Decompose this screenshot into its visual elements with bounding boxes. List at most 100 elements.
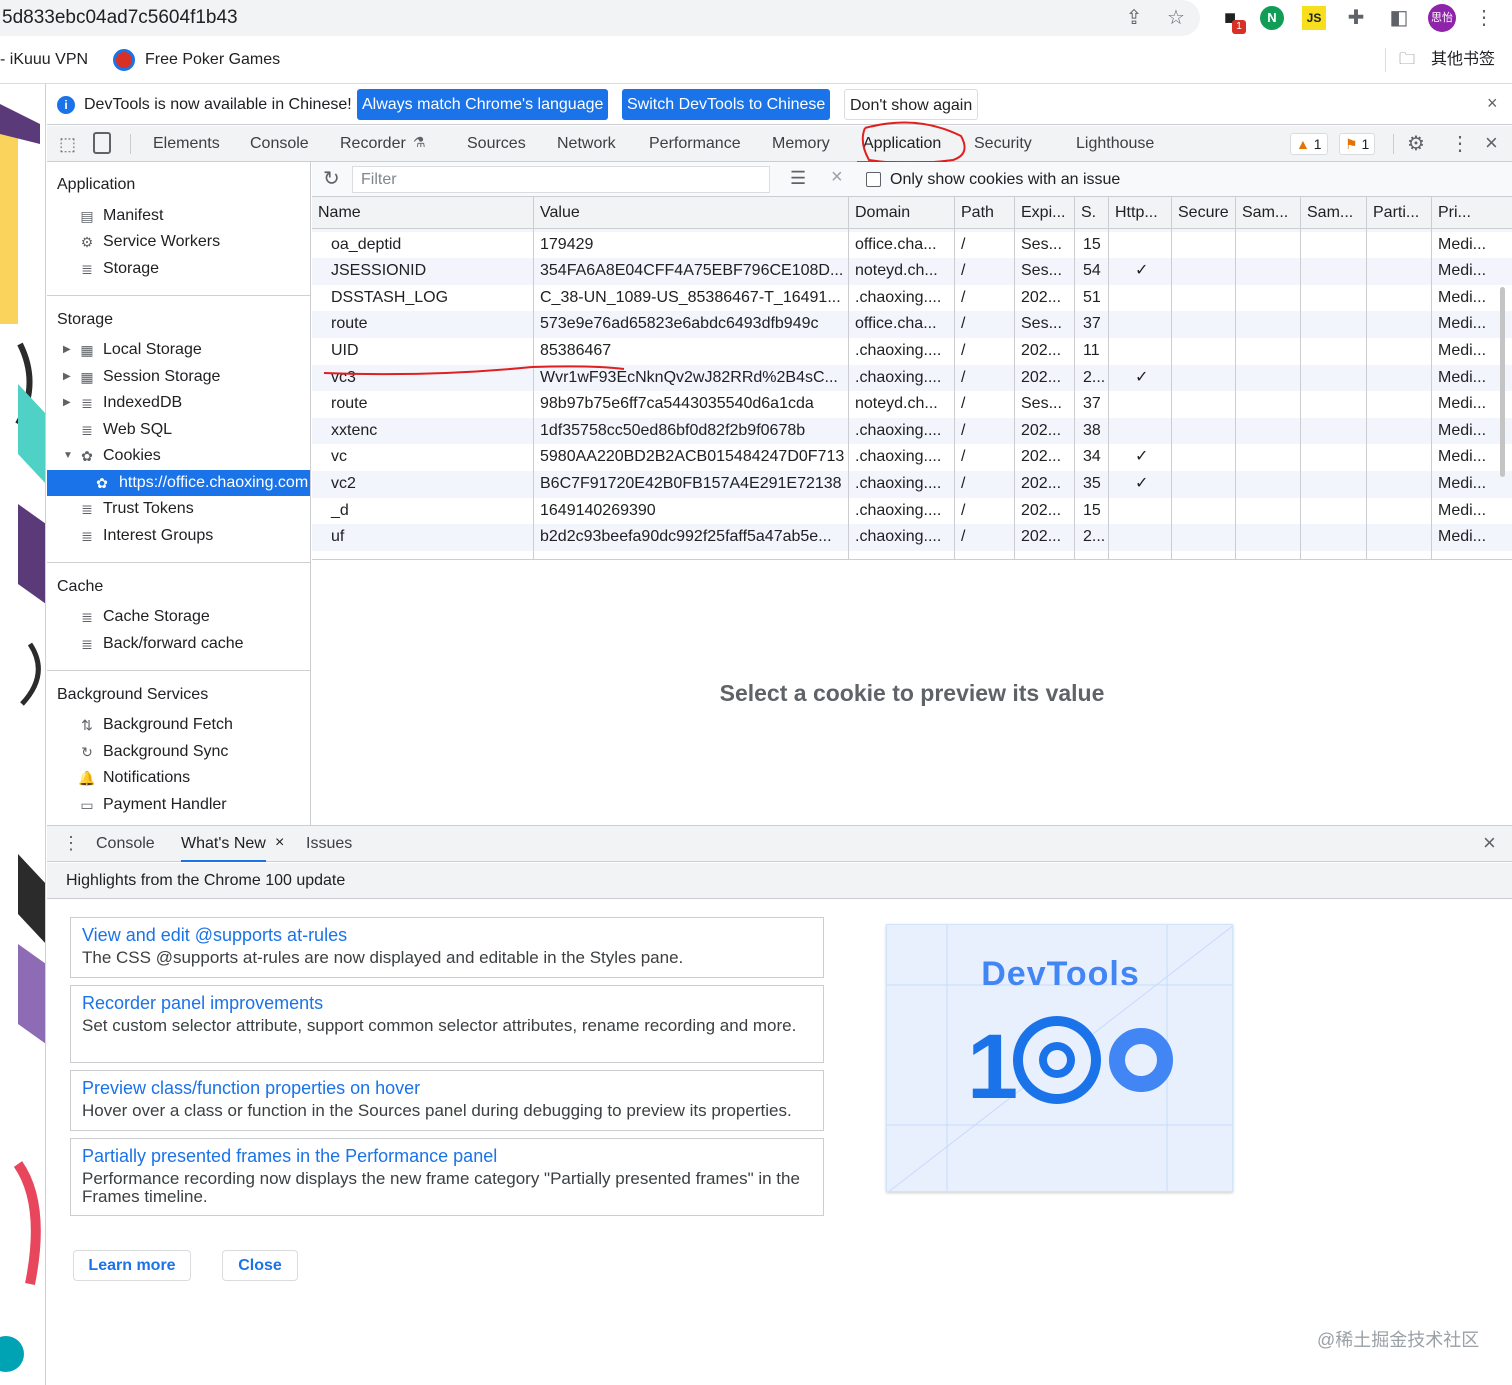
card-icon: ▭ <box>80 797 94 813</box>
star-icon[interactable]: ☆ <box>1164 6 1188 30</box>
tab-performance[interactable]: Performance <box>649 126 741 162</box>
tab-lighthouse[interactable]: Lighthouse <box>1076 126 1154 162</box>
tab-divider-right <box>1393 134 1394 154</box>
feature-link[interactable]: Partially presented frames in the Perfor… <box>82 1145 812 1167</box>
delete-icon[interactable]: × <box>831 166 843 189</box>
drawer-tab-console[interactable]: Console <box>96 826 155 862</box>
more-options-icon[interactable]: ⋮ <box>1450 131 1470 156</box>
tab-sources[interactable]: Sources <box>467 126 526 162</box>
address-bar[interactable]: 5d833ebc04ad7c5604f1b43 <box>0 0 1200 36</box>
close-tab-icon[interactable]: × <box>275 834 284 852</box>
feature-link[interactable]: View and edit @supports at-rules <box>82 924 812 946</box>
sidebar-item-trust-tokens[interactable]: ≣ Trust Tokens <box>47 496 310 522</box>
close-icon[interactable]: × <box>1487 93 1498 114</box>
menu-icon[interactable]: ⋮ <box>1472 6 1496 30</box>
highlights-heading: Highlights from the Chrome 100 update <box>47 863 1512 899</box>
toolbar: 5d833ebc04ad7c5604f1b43 ⇪ ☆ ■ 1 N JS ✚ ◧… <box>0 0 1512 36</box>
device-toggle-icon[interactable] <box>93 132 111 154</box>
red-underline-annotation <box>323 365 625 376</box>
tab-recorder[interactable]: Recorder <box>340 126 406 162</box>
refresh-icon[interactable]: ↻ <box>323 166 340 191</box>
tab-memory[interactable]: Memory <box>772 126 830 162</box>
gear-icon[interactable]: ⚙ <box>1407 131 1425 156</box>
expand-arrow-icon[interactable]: ▶ <box>63 390 71 416</box>
sidebar-item-session-storage[interactable]: ▶ ▦ Session Storage <box>47 364 310 390</box>
database-icon: ≣ <box>81 422 93 438</box>
tab-network[interactable]: Network <box>557 126 616 162</box>
sidebar-item-payment-handler[interactable]: ▭ Payment Handler <box>47 792 310 818</box>
promo-title: DevTools <box>981 955 1140 993</box>
cookie-pane: ↻ Filter ☰ × Only show cookies with an i… <box>312 162 1512 825</box>
drawer-tabbar: ⋮ Console What's New × Issues × <box>47 826 1512 862</box>
browser-window: 5d833ebc04ad7c5604f1b43 ⇪ ☆ ■ 1 N JS ✚ ◧… <box>0 0 1512 1385</box>
collapse-arrow-icon[interactable]: ▼ <box>63 443 73 469</box>
sidebar-item-bfcache[interactable]: ≣ Back/forward cache <box>47 631 310 657</box>
cookie-preview-placeholder: Select a cookie to preview its value <box>719 680 1105 706</box>
sidebar-item-label: Cookies <box>103 447 161 464</box>
side-panel-icon[interactable]: ◧ <box>1387 6 1411 30</box>
bookmark-ikuuu[interactable]: - iKuuu VPN <box>0 48 88 72</box>
n-extension-icon[interactable]: N <box>1260 6 1284 30</box>
profile-avatar[interactable]: 思怡 <box>1428 4 1456 32</box>
sidebar-item-local-storage[interactable]: ▶ ▦ Local Storage <box>47 337 310 363</box>
tab-security[interactable]: Security <box>974 126 1032 162</box>
database-icon: ≣ <box>81 395 93 411</box>
sidebar-item-label: Storage <box>103 260 160 277</box>
bookmark-poker[interactable]: Free Poker Games <box>145 48 280 72</box>
close-button[interactable]: Close <box>222 1250 298 1281</box>
learn-more-button[interactable]: Learn more <box>73 1250 191 1281</box>
cookie-icon: ✿ <box>96 475 108 491</box>
feature-link[interactable]: Preview class/function properties on hov… <box>82 1077 812 1099</box>
expand-arrow-icon[interactable]: ▶ <box>63 337 71 363</box>
feature-link[interactable]: Recorder panel improvements <box>82 992 812 1014</box>
tab-elements[interactable]: Elements <box>153 126 220 162</box>
sidebar-item-web-sql[interactable]: ≣ Web SQL <box>47 417 310 443</box>
drawer-tab-issues[interactable]: Issues <box>306 826 352 862</box>
sidebar-item-service-workers[interactable]: ⚙ Service Workers <box>47 229 310 255</box>
folder-icon: 🗀 <box>1399 51 1416 68</box>
close-devtools-icon[interactable]: × <box>1485 130 1498 156</box>
tab-console[interactable]: Console <box>250 126 309 162</box>
js-extension-icon[interactable]: JS <box>1302 6 1326 30</box>
sidebar-item-label: Interest Groups <box>103 527 214 544</box>
feature-card: Preview class/function properties on hov… <box>70 1070 824 1131</box>
switch-chinese-button[interactable]: Switch DevTools to Chinese <box>622 89 831 120</box>
sidebar-item-background-sync[interactable]: ↻ Background Sync <box>47 739 310 765</box>
bookmarks-divider <box>1385 48 1386 72</box>
expand-arrow-icon[interactable]: ▶ <box>63 364 71 390</box>
issues-badge[interactable]: ⚑ 1 <box>1339 133 1376 155</box>
puzzle-icon[interactable]: ✚ <box>1344 6 1368 30</box>
dont-show-again-button[interactable]: Don't show again <box>844 89 979 120</box>
poker-icon <box>113 49 135 71</box>
drawer-menu-icon[interactable]: ⋮ <box>62 833 80 854</box>
close-drawer-icon[interactable]: × <box>1483 830 1496 856</box>
gear-icon: ⚙ <box>80 234 94 250</box>
section-cache: Cache <box>57 578 104 595</box>
page-content-strip <box>0 84 46 1385</box>
filter-input[interactable]: Filter <box>352 166 770 193</box>
devtools-100-promo: DevTools 100 1 <box>886 924 1233 1192</box>
sidebar-item-cache-storage[interactable]: ≣ Cache Storage <box>47 604 310 630</box>
inspect-icon[interactable]: ⬚ <box>59 134 76 155</box>
other-bookmarks[interactable]: 其他书签 <box>1431 48 1495 72</box>
sidebar-item-manifest[interactable]: ▤ Manifest <box>47 203 310 229</box>
sidebar-item-indexeddb[interactable]: ▶ ≣ IndexedDB <box>47 390 310 416</box>
warnings-badge[interactable]: ▲ 1 <box>1290 133 1328 155</box>
sidebar-item-notifications[interactable]: 🔔 Notifications <box>47 765 310 791</box>
share-icon[interactable]: ⇪ <box>1122 6 1146 30</box>
section-storage: Storage <box>57 311 114 328</box>
sidebar-item-interest-groups[interactable]: ≣ Interest Groups <box>47 523 310 549</box>
sidebar-item-label: Session Storage <box>103 368 221 385</box>
match-language-button[interactable]: Always match Chrome's language <box>357 89 609 120</box>
language-infobar: i DevTools is now available in Chinese! … <box>47 85 1512 125</box>
sidebar-item-storage[interactable]: ≣ Storage <box>47 256 310 282</box>
infobar-message: DevTools is now available in Chinese! <box>84 96 352 113</box>
sidebar-item-cookie-origin[interactable]: ✿ https://office.chaoxing.com <box>47 470 310 496</box>
watermark: @稀土掘金技术社区 <box>1317 1330 1480 1350</box>
clear-filtered-icon[interactable]: ☰ <box>790 168 806 189</box>
sidebar-item-cookies[interactable]: ▼ ✿ Cookies <box>47 443 310 469</box>
sidebar-item-background-fetch[interactable]: ⇅ Background Fetch <box>47 712 310 738</box>
scrollbar[interactable] <box>1500 287 1505 477</box>
drawer-tab-whats-new[interactable]: What's New <box>181 826 266 862</box>
only-issue-checkbox[interactable] <box>866 172 881 187</box>
